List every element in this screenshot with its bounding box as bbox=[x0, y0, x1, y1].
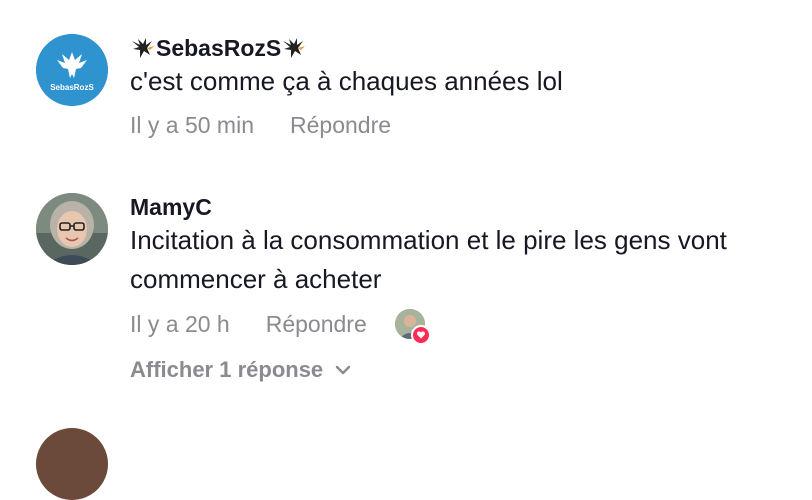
view-replies-label: Afficher 1 réponse bbox=[130, 357, 324, 382]
username[interactable]: MamyC bbox=[130, 193, 790, 221]
eagle-icon bbox=[132, 38, 154, 58]
comment-meta: Il y a 20 h Répondre bbox=[130, 309, 790, 345]
comment-meta: Il y a 50 min Répondre bbox=[130, 111, 790, 139]
timestamp: Il y a 50 min bbox=[130, 112, 254, 138]
timestamp: Il y a 20 h bbox=[130, 311, 230, 337]
avatar-label: SebasRozS bbox=[50, 83, 94, 92]
eagle-icon bbox=[283, 38, 306, 58]
username[interactable]: SebasRozS bbox=[130, 34, 790, 62]
comment-text: Incitation à la consommation et le pire … bbox=[130, 225, 727, 294]
avatar[interactable]: SebasRozS bbox=[36, 34, 108, 106]
username-text: SebasRozS bbox=[156, 35, 282, 61]
view-replies-button[interactable]: Afficher 1 réponse bbox=[130, 357, 790, 383]
username-text: MamyC bbox=[130, 194, 212, 220]
heart-icon bbox=[410, 325, 431, 345]
reply-button[interactable]: Répondre bbox=[290, 111, 391, 139]
avatar[interactable] bbox=[36, 428, 108, 500]
comment-text: c'est comme ça à chaques années lol bbox=[130, 66, 563, 96]
avatar[interactable] bbox=[36, 193, 108, 265]
profile-photo-icon bbox=[36, 193, 108, 265]
creator-liked-badge bbox=[394, 309, 431, 345]
reply-button[interactable]: Répondre bbox=[266, 310, 367, 338]
phoenix-logo-icon: SebasRozS bbox=[36, 34, 108, 106]
chevron-down-icon bbox=[335, 365, 351, 375]
